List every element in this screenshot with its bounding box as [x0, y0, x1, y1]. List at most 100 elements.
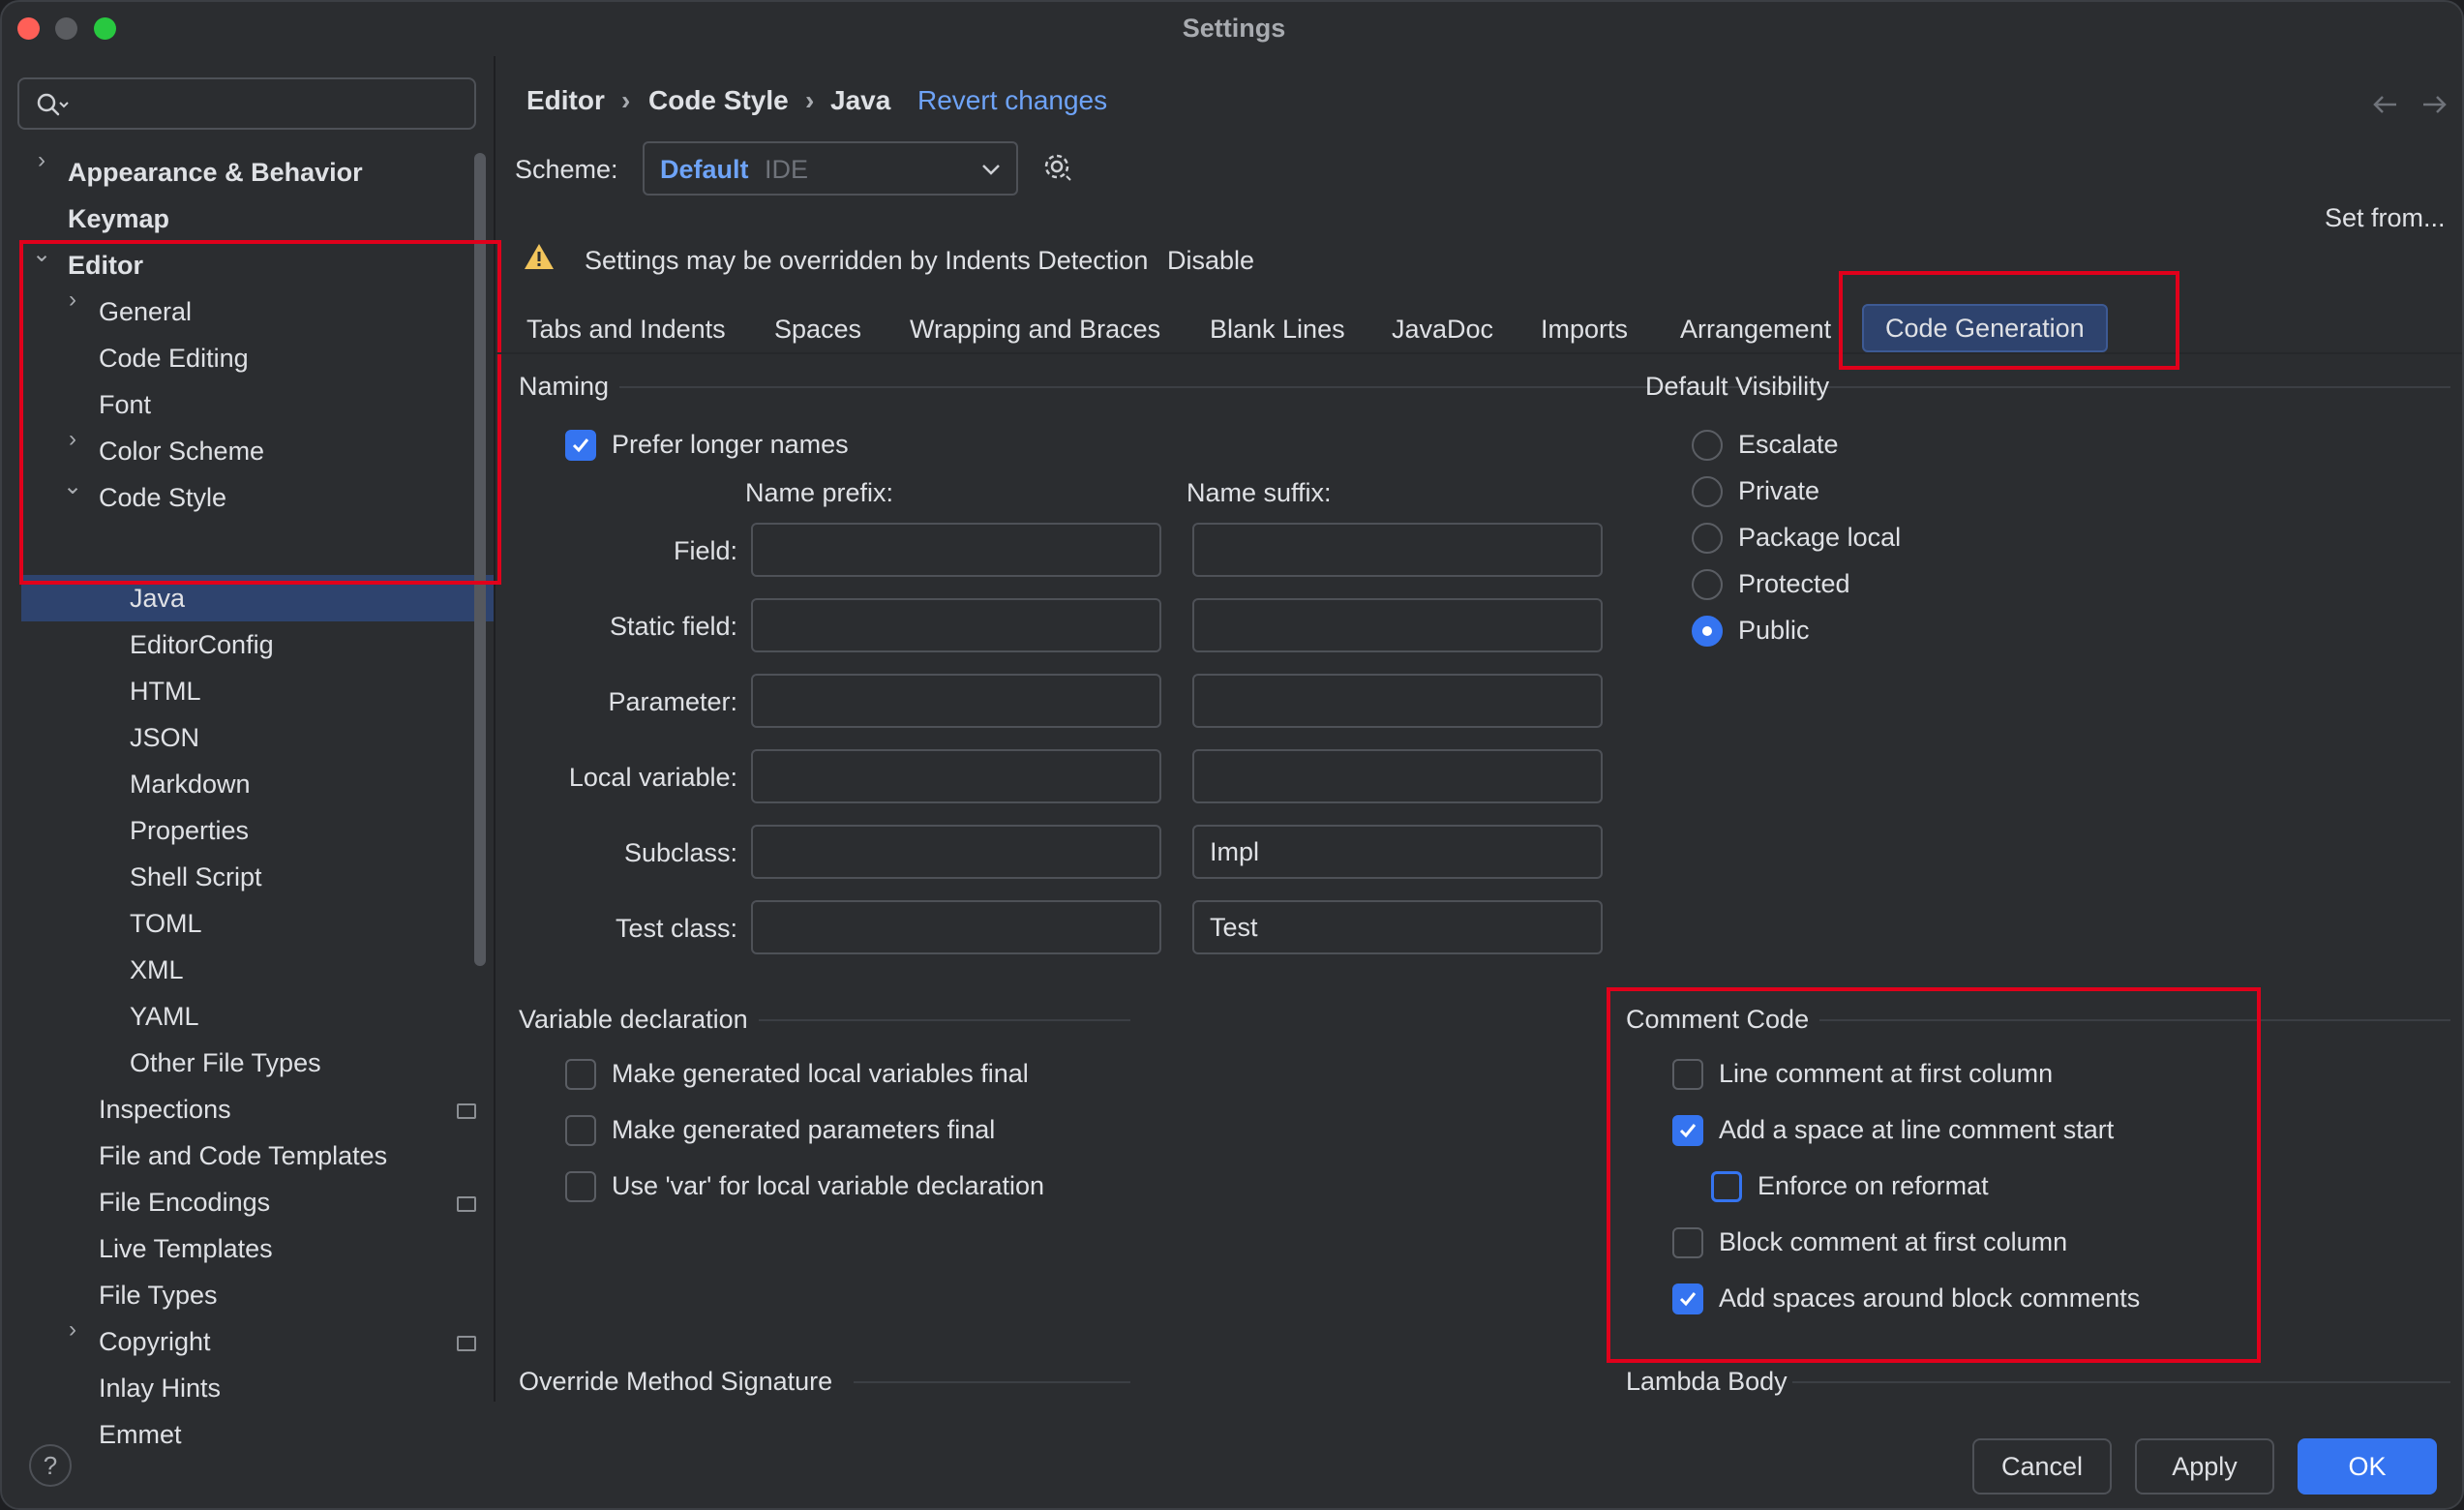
naming-title: Naming: [519, 372, 610, 401]
back-arrow-icon[interactable]: [2369, 91, 2400, 118]
sidebar-item-live-templates[interactable]: Live Templates: [99, 1225, 273, 1272]
main-panel: Editor › Code Style › Java Revert change…: [496, 56, 2462, 1402]
radio-package-local[interactable]: [1692, 523, 1723, 554]
sidebar-item-copyright[interactable]: Copyright: [99, 1318, 211, 1365]
chevron-right-icon[interactable]: ›: [58, 287, 87, 314]
chevron-right-icon[interactable]: ›: [58, 1316, 87, 1344]
gear-icon[interactable]: [1041, 151, 1076, 186]
sidebar-item-xml[interactable]: XML: [130, 947, 184, 993]
sidebar-item-shell-script[interactable]: Shell Script: [130, 854, 262, 900]
block-comment-first-column-label: Block comment at first column: [1719, 1227, 2068, 1256]
scheme-dropdown[interactable]: Default IDE: [643, 141, 1018, 196]
sidebar-item-other-file-types[interactable]: Other File Types: [130, 1040, 321, 1086]
sidebar-item-java[interactable]: Java: [130, 575, 185, 621]
cancel-button[interactable]: Cancel: [1972, 1438, 2112, 1495]
sidebar-item-file-code-templates[interactable]: File and Code Templates: [99, 1132, 387, 1179]
set-from-link[interactable]: Set from...: [2325, 203, 2446, 233]
local-variable-suffix-input[interactable]: [1192, 749, 1603, 803]
check-icon: [1679, 1124, 1697, 1138]
help-button[interactable]: ?: [29, 1444, 72, 1487]
chevron-right-icon[interactable]: ›: [27, 147, 56, 174]
prefer-longer-names-checkbox[interactable]: [565, 430, 596, 461]
sidebar-scrollbar[interactable]: [474, 153, 486, 966]
radio-private[interactable]: [1692, 476, 1723, 507]
radio-escalate[interactable]: [1692, 430, 1723, 461]
settings-search[interactable]: [17, 77, 476, 130]
chevron-right-icon[interactable]: ›: [58, 426, 87, 453]
tab-code-generation[interactable]: Code Generation: [1862, 304, 2108, 352]
sidebar-item-code-style[interactable]: Code Style: [99, 474, 226, 521]
tab-blank-lines[interactable]: Blank Lines: [1210, 306, 1345, 352]
variable-declaration-title: Variable declaration: [519, 1005, 748, 1034]
prefer-longer-names-label: Prefer longer names: [612, 430, 849, 459]
search-input[interactable]: [74, 87, 465, 122]
subclass-prefix-input[interactable]: [751, 825, 1161, 879]
subclass-suffix-input[interactable]: [1192, 825, 1603, 879]
use-var-label: Use 'var' for local variable declaration: [612, 1171, 1045, 1200]
tab-wrapping-and-braces[interactable]: Wrapping and Braces: [910, 306, 1160, 352]
static-field-suffix-input[interactable]: [1192, 598, 1603, 652]
sidebar-item-inspections[interactable]: Inspections: [99, 1086, 231, 1132]
sidebar-item-file-encodings[interactable]: File Encodings: [99, 1179, 270, 1225]
sidebar-item-editorconfig[interactable]: EditorConfig: [130, 621, 274, 668]
breadcrumb-separator: ›: [805, 85, 815, 115]
sidebar-item-html[interactable]: HTML: [130, 668, 201, 714]
revert-changes-link[interactable]: Revert changes: [917, 85, 1107, 116]
project-settings-icon: [457, 1196, 476, 1212]
field-prefix-input[interactable]: [751, 523, 1161, 577]
disable-link[interactable]: Disable: [1167, 246, 1254, 276]
sidebar-item-font[interactable]: Font: [99, 381, 151, 428]
subclass-label: Subclass:: [623, 838, 737, 867]
test-class-suffix-input[interactable]: [1192, 900, 1603, 954]
sidebar-item-code-editing[interactable]: Code Editing: [99, 335, 249, 381]
local-variable-prefix-input[interactable]: [751, 749, 1161, 803]
parameter-prefix-input[interactable]: [751, 674, 1161, 728]
project-settings-icon: [457, 1336, 476, 1351]
space-at-line-comment-checkbox[interactable]: [1672, 1115, 1703, 1146]
sidebar-item-file-types[interactable]: File Types: [99, 1272, 218, 1318]
sidebar-item-toml[interactable]: TOML: [130, 900, 202, 947]
warning-icon: [525, 244, 554, 269]
breadcrumb-editor[interactable]: Editor: [526, 85, 605, 116]
sidebar-item-json[interactable]: JSON: [130, 714, 199, 761]
space-at-line-comment-label: Add a space at line comment start: [1719, 1115, 2115, 1144]
line-comment-first-column-label: Line comment at first column: [1719, 1059, 2054, 1088]
tab-tabs-and-indents[interactable]: Tabs and Indents: [526, 306, 726, 352]
field-suffix-input[interactable]: [1192, 523, 1603, 577]
sidebar-item-properties[interactable]: Properties: [130, 807, 249, 854]
tab-imports[interactable]: Imports: [1541, 306, 1628, 352]
sidebar-item-color-scheme[interactable]: Color Scheme: [99, 428, 264, 474]
chevron-down-icon[interactable]: ⌄: [58, 472, 87, 500]
sidebar-item-yaml[interactable]: YAML: [130, 993, 199, 1040]
block-comment-first-column-checkbox[interactable]: [1672, 1227, 1703, 1258]
radio-protected[interactable]: [1692, 569, 1723, 600]
final-params-checkbox[interactable]: [565, 1115, 596, 1146]
sidebar-item-keymap[interactable]: Keymap: [68, 196, 169, 242]
chevron-down-icon[interactable]: ⌄: [27, 240, 56, 268]
warning-text: Settings may be overridden by Indents De…: [585, 246, 1149, 275]
forward-arrow-icon[interactable]: [2419, 91, 2450, 118]
final-locals-checkbox[interactable]: [565, 1059, 596, 1090]
tab-javadoc[interactable]: JavaDoc: [1392, 306, 1493, 352]
sidebar-item-general[interactable]: General: [99, 288, 192, 335]
tab-spaces[interactable]: Spaces: [774, 306, 861, 352]
tab-arrangement[interactable]: Arrangement: [1680, 306, 1831, 352]
sidebar-item-markdown[interactable]: Markdown: [130, 761, 251, 807]
apply-button[interactable]: Apply: [2135, 1438, 2274, 1495]
package-local-label: Package local: [1738, 523, 1902, 552]
use-var-checkbox[interactable]: [565, 1171, 596, 1202]
test-class-prefix-input[interactable]: [751, 900, 1161, 954]
breadcrumb-code-style[interactable]: Code Style: [648, 85, 789, 116]
line-comment-first-column-checkbox[interactable]: [1672, 1059, 1703, 1090]
radio-public[interactable]: [1692, 616, 1723, 647]
breadcrumb-java: Java: [830, 85, 891, 115]
ok-button[interactable]: OK: [2298, 1438, 2437, 1495]
default-visibility-title: Default Visibility: [1645, 372, 1830, 401]
comment-code-separator: [1819, 1019, 2450, 1021]
sidebar-item-editor[interactable]: Editor: [68, 242, 143, 288]
static-field-prefix-input[interactable]: [751, 598, 1161, 652]
spaces-around-block-comments-checkbox[interactable]: [1672, 1284, 1703, 1314]
enforce-on-reformat-checkbox[interactable]: [1711, 1171, 1742, 1202]
parameter-suffix-input[interactable]: [1192, 674, 1603, 728]
sidebar-item-appearance[interactable]: Appearance & Behavior: [68, 149, 363, 196]
